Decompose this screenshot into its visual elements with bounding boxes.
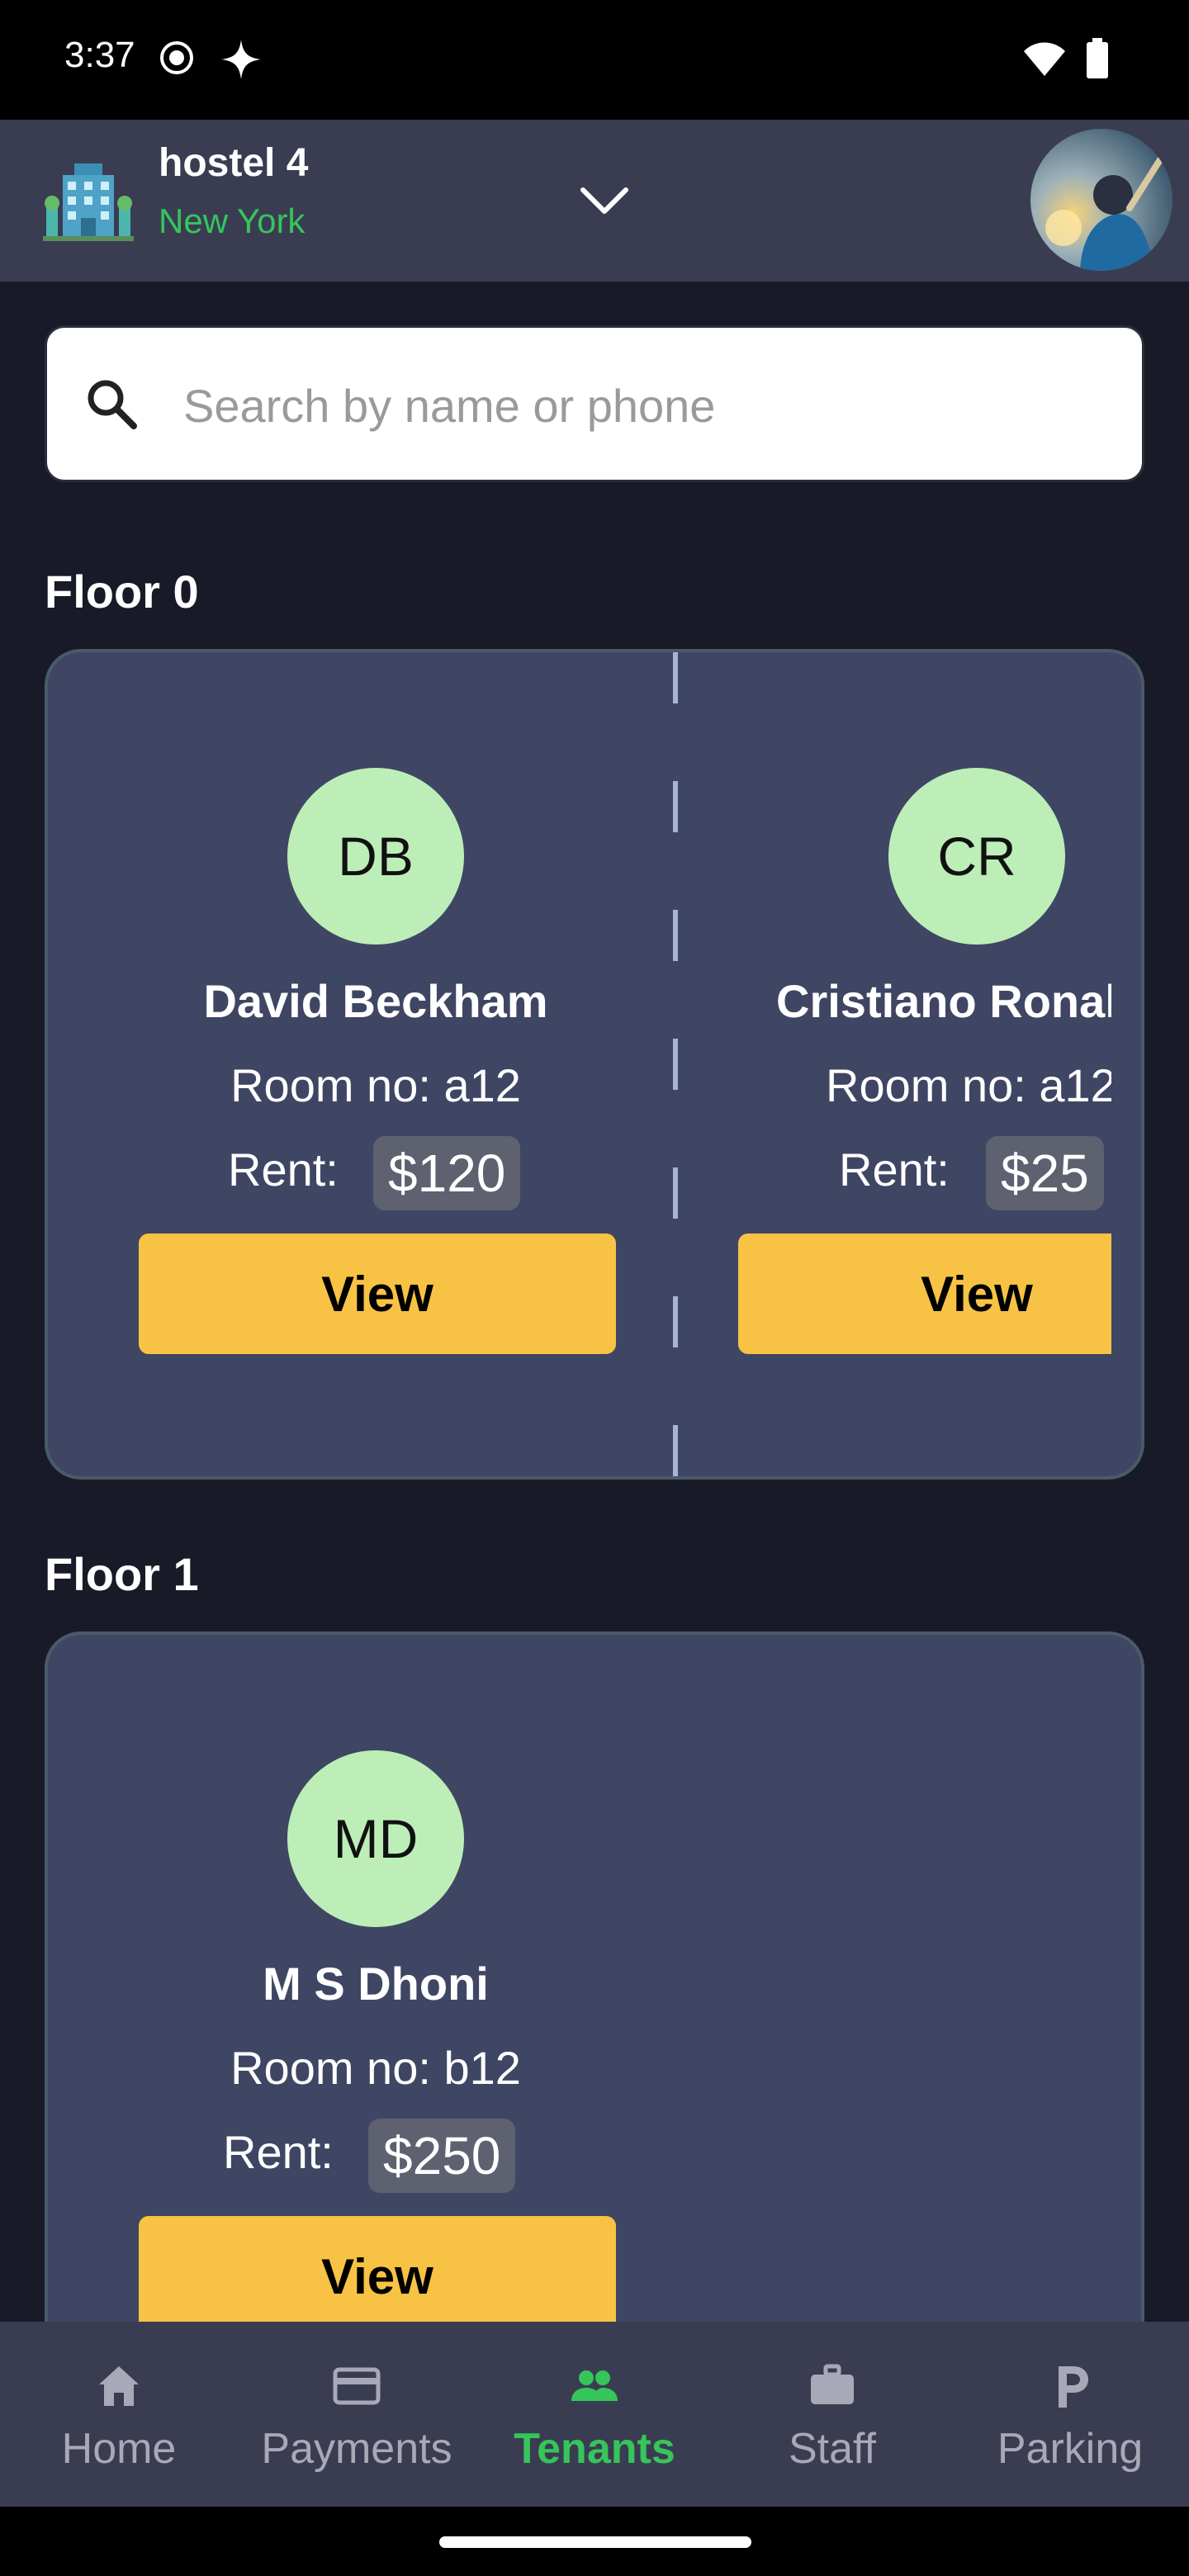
nav-label: Payments <box>261 2425 452 2473</box>
nav-label: Home <box>61 2425 177 2473</box>
rent-label: Rent: <box>223 2126 334 2178</box>
tenant-initials-avatar: CR <box>888 768 1065 945</box>
floor-title: Floor 1 <box>45 1548 199 1600</box>
rent-amount: $25 <box>986 1136 1104 1210</box>
hostel-city: New York <box>159 201 306 240</box>
search-input[interactable] <box>182 363 1110 447</box>
tenant-initials-avatar: MD <box>287 1750 464 1927</box>
sparkle-icon <box>221 40 261 79</box>
tenant-room: Room no: a12 <box>826 1059 1111 1111</box>
tenant-room: Room no: a12 <box>230 1059 521 1111</box>
home-indicator[interactable] <box>439 2536 751 2548</box>
status-time: 3:37 <box>64 35 135 75</box>
nav-tenants[interactable]: Tenants <box>476 2345 713 2493</box>
chevron-down-icon[interactable] <box>578 178 631 221</box>
nav-label: Parking <box>997 2425 1144 2473</box>
tenant-card: CR Cristiano Ronal Room no: a12 Rent: $2… <box>679 652 1111 1476</box>
nav-staff[interactable]: Staff <box>713 2345 951 2493</box>
screen-record-icon <box>160 41 193 74</box>
view-button[interactable]: View <box>139 1234 616 1354</box>
floor-title: Floor 0 <box>45 566 199 618</box>
card-icon <box>333 2367 381 2405</box>
nav-home[interactable]: Home <box>0 2345 238 2493</box>
building-icon <box>43 163 134 241</box>
tenant-name: David Beckham <box>203 975 548 1027</box>
tenant-initials-avatar: DB <box>287 768 464 945</box>
nav-payments[interactable]: Payments <box>238 2345 476 2493</box>
rent-amount: $250 <box>368 2119 516 2193</box>
view-button[interactable]: View <box>738 1234 1111 1354</box>
hostel-name[interactable]: hostel 4 <box>159 140 308 186</box>
nav-parking[interactable]: Parking <box>951 2345 1189 2493</box>
rent-label: Rent: <box>839 1144 950 1196</box>
rent-label: Rent: <box>228 1144 339 1196</box>
people-icon <box>571 2370 618 2401</box>
wifi-icon <box>1024 42 1065 76</box>
rent-amount: $120 <box>373 1136 521 1210</box>
parking-icon <box>1059 2366 1088 2408</box>
briefcase-icon <box>811 2364 854 2404</box>
avatar[interactable] <box>1030 129 1172 271</box>
battery-icon <box>1087 38 1108 78</box>
view-button[interactable]: View <box>139 2216 616 2337</box>
tenant-name: M S Dhoni <box>263 1958 489 2010</box>
tenant-name: Cristiano Ronal <box>776 975 1111 1027</box>
nav-label: Tenants <box>514 2425 675 2473</box>
tenant-room: Room no: b12 <box>230 2042 521 2094</box>
nav-label: Staff <box>788 2425 876 2473</box>
search-icon <box>88 380 137 429</box>
home-icon <box>99 2366 139 2406</box>
